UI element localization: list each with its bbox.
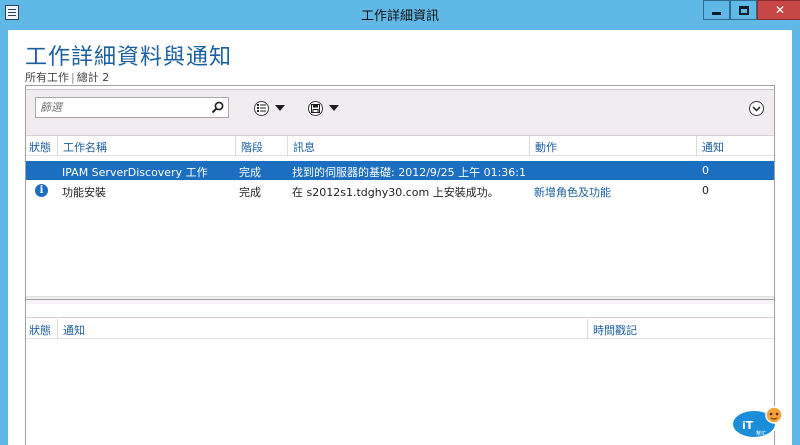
- expand-button[interactable]: [749, 101, 764, 116]
- window-title: 工作詳細資訊: [360, 9, 439, 24]
- add-roles-features-link[interactable]: 新增角色及功能: [534, 181, 694, 200]
- column-header-stage[interactable]: 階段: [235, 136, 287, 156]
- message-cell: 找到的伺服器的基礎: 2012/9/25 上午 01:36:16...: [292, 166, 526, 179]
- notifications-cell: 0: [702, 184, 709, 197]
- maximize-button[interactable]: [730, 0, 757, 20]
- stage-cell: 完成: [239, 166, 261, 179]
- window-content: 工作詳細資料與通知 所有工作 | 總計 2 篩選 狀態 工作名稱 階段 訊息 動…: [8, 30, 792, 445]
- svg-text:iT: iT: [742, 419, 754, 432]
- action-cell: [534, 161, 694, 180]
- list-options-button[interactable]: [254, 100, 290, 116]
- chevron-down-icon: [275, 105, 285, 111]
- column-header-message[interactable]: 訊息: [287, 136, 529, 156]
- column-header-status[interactable]: 狀態: [26, 136, 56, 156]
- table-row[interactable]: i 功能安裝 完成 在 s2012s1.tdghy30.com 上安裝成功。 新…: [26, 181, 774, 200]
- column-header-notification[interactable]: 通知: [57, 319, 587, 339]
- message-cell: 在 s2012s1.tdghy30.com 上安裝成功。: [292, 186, 499, 199]
- minimize-icon: [712, 12, 721, 15]
- notifications-panel: 狀態 通知 時間戳記: [25, 299, 775, 445]
- task-name-cell: 功能安裝: [62, 186, 106, 199]
- tasks-toolbar: [26, 90, 774, 136]
- save-query-icon: [308, 100, 323, 116]
- column-header-notifications[interactable]: 通知: [696, 136, 774, 156]
- notifications-cell: 0: [702, 164, 709, 177]
- title-bar: 工作詳細資訊 ✕: [0, 0, 800, 26]
- filter-input[interactable]: [40, 100, 200, 115]
- maximize-icon: [738, 5, 749, 15]
- table-row[interactable]: IPAM ServerDiscovery 工作 完成 找到的伺服器的基礎: 20…: [26, 161, 774, 180]
- page-title: 工作詳細資料與通知: [25, 45, 233, 70]
- column-header-action[interactable]: 動作: [529, 136, 696, 156]
- column-header-timestamp[interactable]: 時間戳記: [587, 319, 774, 339]
- stage-cell: 完成: [239, 186, 261, 199]
- tasks-column-headers: 狀態 工作名稱 階段 訊息 動作 通知: [26, 136, 774, 156]
- expand-icon: [752, 105, 761, 112]
- list-options-icon: [254, 100, 269, 116]
- scope-label: 所有工作: [25, 71, 69, 84]
- filter-box[interactable]: [35, 97, 229, 118]
- detail-panel-top-band: [26, 300, 774, 304]
- info-icon: i: [35, 184, 48, 197]
- close-icon: ✕: [774, 3, 786, 17]
- task-scope-summary: 所有工作 | 總計 2: [25, 69, 109, 85]
- tasks-panel: 狀態 工作名稱 階段 訊息 動作 通知 IPAM ServerDiscovery…: [25, 85, 775, 313]
- total-count: 總計 2: [76, 71, 110, 84]
- column-header-status[interactable]: 狀態: [26, 319, 56, 339]
- save-query-button[interactable]: [308, 100, 344, 116]
- scope-separator: |: [71, 71, 75, 84]
- minimize-button[interactable]: [703, 0, 730, 20]
- svg-text:幫忙: 幫忙: [756, 430, 766, 437]
- column-header-task-name[interactable]: 工作名稱: [57, 136, 235, 156]
- search-icon[interactable]: [211, 101, 224, 114]
- ithome-logo: iT 幫忙: [731, 406, 783, 439]
- detail-panel-header-band: [26, 300, 774, 318]
- chevron-down-icon: [329, 105, 339, 111]
- notifications-column-headers: 狀態 通知 時間戳記: [26, 319, 774, 339]
- close-button[interactable]: ✕: [757, 0, 800, 20]
- task-name-cell: IPAM ServerDiscovery 工作: [62, 166, 208, 179]
